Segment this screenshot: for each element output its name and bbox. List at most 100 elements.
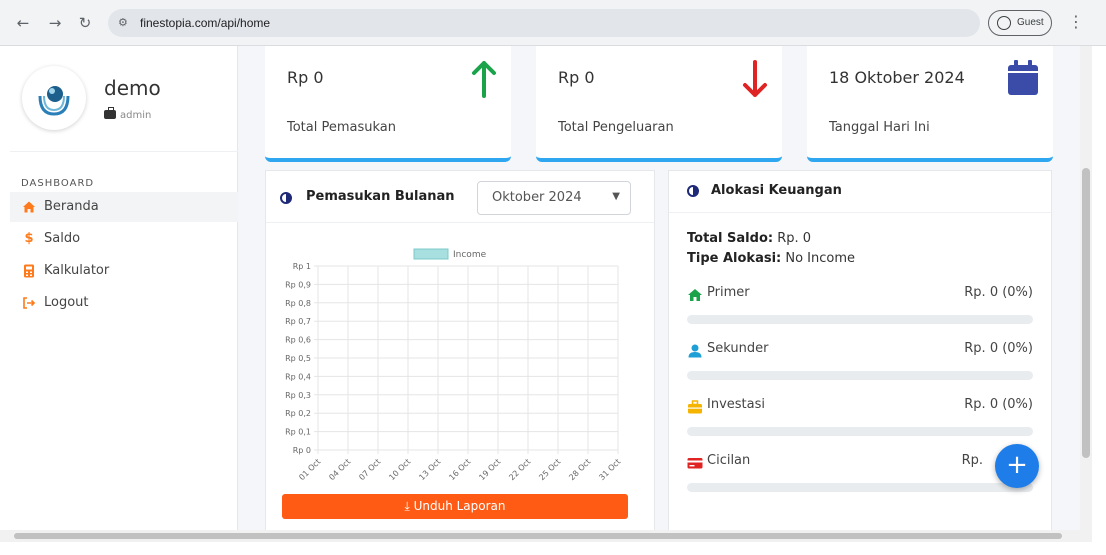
x-tick-label: 28 Oct <box>567 457 592 482</box>
x-tick-label: 04 Oct <box>327 457 352 482</box>
sidebar-item-beranda[interactable]: Beranda <box>10 192 238 222</box>
stat-value: Rp 0 <box>287 68 324 87</box>
x-tick-label: 31 Oct <box>597 457 622 482</box>
chevron-down-icon: ▼ <box>612 191 620 202</box>
credit-card-icon <box>687 455 703 469</box>
x-tick-label: 16 Oct <box>447 457 472 482</box>
x-tick-label: 10 Oct <box>387 457 412 482</box>
alloc-name: Cicilan <box>707 453 751 468</box>
logout-icon <box>22 296 36 310</box>
dollar-icon: $ <box>24 231 34 246</box>
download-label: Unduh Laporan <box>413 499 506 513</box>
alloc-row-investasi: Investasi Rp. 0 (0%) <box>687 397 1033 443</box>
chart-svg: Rp 1 Rp 0,9 Rp 0,8 Rp 0,7 Rp 0,6 Rp 0,5 Rp 0,4… <box>285 248 622 482</box>
panel-title: Pemasukan Bulanan <box>306 189 455 204</box>
y-tick-label: Rp 0,2 <box>285 409 311 418</box>
y-tick-label: Rp 0,9 <box>285 280 311 289</box>
sidebar-item-saldo[interactable]: $ Saldo <box>10 224 238 254</box>
stat-value: 18 Oktober 2024 <box>829 68 965 87</box>
y-tick-label: Rp 0,7 <box>285 317 311 326</box>
month-select[interactable]: Oktober 2024 ▼ <box>477 181 631 215</box>
total-saldo-label: Total Saldo: <box>687 231 774 246</box>
y-tick-label: Rp 0,5 <box>285 354 311 363</box>
forward-icon[interactable]: → <box>44 12 66 34</box>
alloc-value: Rp. 0 (0%) <box>964 397 1033 412</box>
alloc-value: Rp. 0 (0%) <box>964 285 1033 300</box>
address-bar[interactable]: ⚙ finestopia.com/api/home <box>108 9 980 37</box>
home-icon <box>22 200 36 214</box>
profile-section: demo admin <box>10 46 238 152</box>
y-tick-label: Rp 0,6 <box>285 336 311 345</box>
vertical-scroll-thumb[interactable] <box>1082 168 1090 458</box>
user-icon <box>687 343 703 358</box>
stat-label: Tanggal Hari Ini <box>829 120 930 135</box>
sidebar-item-label: Kalkulator <box>44 263 110 278</box>
legend-label: Income <box>453 250 487 260</box>
y-tick-label: Rp 0,3 <box>285 391 311 400</box>
sidebar: demo admin DASHBOARD Beranda $ Saldo Kal… <box>10 46 238 530</box>
alloc-progress-bar <box>687 315 1033 324</box>
tipe-alokasi: Tipe Alokasi: No Income <box>687 251 855 266</box>
vertical-scrollbar[interactable] <box>1080 46 1092 530</box>
site-settings-icon[interactable]: ⚙ <box>118 15 128 31</box>
sidebar-item-label: Logout <box>44 295 89 310</box>
month-select-value: Oktober 2024 <box>492 190 582 205</box>
back-icon[interactable]: ← <box>12 12 34 34</box>
sidebar-item-kalkulator[interactable]: Kalkulator <box>10 256 238 286</box>
download-report-button[interactable]: ⤓ Unduh Laporan <box>282 494 628 519</box>
y-tick-label: Rp 0,8 <box>285 299 311 308</box>
sidebar-section-label: DASHBOARD <box>21 178 95 189</box>
alloc-row-primer: Primer Rp. 0 (0%) <box>687 285 1033 331</box>
x-tick-label: 07 Oct <box>357 457 382 482</box>
x-tick-label: 01 Oct <box>297 457 322 482</box>
stat-card-tanggal: 18 Oktober 2024 Tanggal Hari Ini <box>807 46 1053 162</box>
alloc-name: Sekunder <box>707 341 769 356</box>
allocation-panel: Alokasi Keuangan Total Saldo: Rp. 0 Tipe… <box>668 170 1052 530</box>
briefcase-icon <box>687 399 703 414</box>
x-tick-label: 25 Oct <box>537 457 562 482</box>
circle-half-icon <box>687 185 699 197</box>
panel-title: Alokasi Keuangan <box>711 183 842 198</box>
x-tick-label: 22 Oct <box>507 457 532 482</box>
calendar-icon <box>1007 60 1039 100</box>
browser-menu-icon[interactable]: ⋮ <box>1068 12 1084 31</box>
alloc-name: Primer <box>707 285 750 300</box>
legend-swatch <box>413 248 449 260</box>
alloc-progress-bar <box>687 483 1033 492</box>
alloc-value: Rp. 0 (0%) <box>964 341 1033 356</box>
y-tick-label: Rp 1 <box>293 262 311 271</box>
sidebar-item-logout[interactable]: Logout <box>10 288 238 318</box>
alloc-progress-bar <box>687 371 1033 380</box>
horizontal-scroll-thumb[interactable] <box>14 533 1062 539</box>
avatar <box>22 66 86 130</box>
profile-button[interactable]: Guest <box>988 10 1052 36</box>
profile-icon <box>997 16 1011 30</box>
allocation-panel-header: Alokasi Keuangan <box>669 171 1051 213</box>
home-icon <box>687 287 703 301</box>
alloc-row-cicilan: Cicilan Rp. <box>687 453 1033 499</box>
alloc-row-sekunder: Sekunder Rp. 0 (0%) <box>687 341 1033 387</box>
circle-half-icon <box>280 192 292 204</box>
alloc-progress-bar <box>687 427 1033 436</box>
tipe-alokasi-value: No Income <box>785 251 856 266</box>
income-panel: Pemasukan Bulanan Oktober 2024 ▼ Rp 1 Rp … <box>265 170 655 530</box>
tipe-alokasi-label: Tipe Alokasi: <box>687 251 782 266</box>
income-chart: Rp 1 Rp 0,9 Rp 0,8 Rp 0,7 Rp 0,6 Rp 0,5 Rp 0,4… <box>266 223 654 523</box>
add-button[interactable]: + <box>995 444 1039 488</box>
sidebar-item-label: Beranda <box>44 199 99 214</box>
stat-label: Total Pemasukan <box>287 120 397 135</box>
user-role: admin <box>104 107 152 121</box>
stat-value: Rp 0 <box>558 68 595 87</box>
stat-card-pemasukan: Rp 0 Total Pemasukan <box>265 46 511 162</box>
page-viewport: demo admin DASHBOARD Beranda $ Saldo Kal… <box>10 46 1092 530</box>
alloc-value: Rp. <box>961 453 983 468</box>
arrow-down-icon <box>742 60 768 102</box>
url-text[interactable]: finestopia.com/api/home <box>140 15 270 31</box>
y-tick-label: Rp 0,1 <box>285 428 311 437</box>
horizontal-scrollbar[interactable] <box>0 530 1092 542</box>
x-tick-label: 19 Oct <box>477 457 502 482</box>
sidebar-item-label: Saldo <box>44 231 81 246</box>
reload-icon[interactable]: ↻ <box>74 12 96 34</box>
y-tick-label: Rp 0,4 <box>285 372 311 381</box>
role-label: admin <box>120 110 152 121</box>
